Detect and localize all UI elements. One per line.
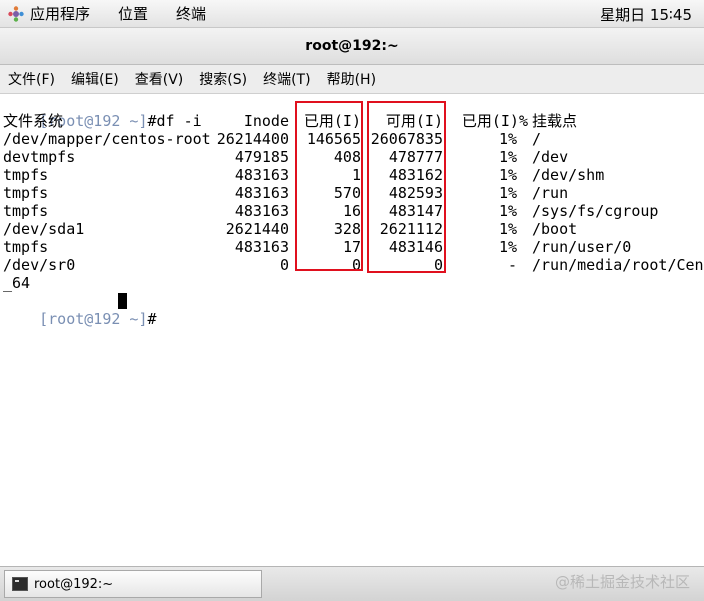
- menubar: 文件(F) 编辑(E) 查看(V) 搜索(S) 终端(T) 帮助(H): [0, 65, 704, 94]
- wrap-line: _64: [3, 274, 31, 292]
- cell-mount: /run/media/root/Cen: [532, 256, 704, 274]
- cell-use-percent: 1%: [498, 220, 517, 238]
- cell-filesystem: tmpfs: [3, 166, 49, 184]
- menu-file[interactable]: 文件(F): [8, 69, 55, 89]
- window-title: root@192:~: [305, 38, 399, 54]
- cell-mount: /dev: [532, 148, 569, 166]
- cell-filesystem: tmpfs: [3, 202, 49, 220]
- applications-icon[interactable]: [8, 5, 24, 22]
- terminal-app-menu[interactable]: 终端: [176, 3, 206, 24]
- cell-inode: 483163: [234, 238, 289, 256]
- cell-inode: 0: [279, 256, 289, 274]
- menu-help[interactable]: 帮助(H): [327, 69, 376, 89]
- terminal-icon: [12, 577, 28, 591]
- cell-mount: /boot: [532, 220, 578, 238]
- taskbar-terminal-button[interactable]: root@192:~: [4, 570, 262, 598]
- taskbar-terminal-label: root@192:~: [34, 576, 114, 592]
- header-mount: 挂载点: [532, 112, 578, 130]
- cell-mount: /: [532, 130, 542, 148]
- watermark: @稀土掘金技术社区: [554, 573, 690, 591]
- cell-filesystem: /dev/sda1: [3, 220, 85, 238]
- menu-view[interactable]: 查看(V): [135, 69, 184, 89]
- cell-use-percent: 1%: [498, 166, 517, 184]
- cell-use-percent: -: [507, 256, 517, 274]
- cell-filesystem: /dev/sr0: [3, 256, 76, 274]
- cell-inode: 479185: [234, 148, 289, 166]
- cell-filesystem: devtmpfs: [3, 148, 76, 166]
- cell-filesystem: /dev/mapper/centos-root: [3, 130, 211, 148]
- command-text: df -i: [156, 112, 202, 130]
- cell-mount: /run/user/0: [532, 238, 632, 256]
- header-use-percent: 已用(I)%: [461, 112, 528, 130]
- cell-inode: 483163: [234, 166, 289, 184]
- top-panel: 应用程序 位置 终端 星期日 15∶45: [0, 0, 704, 28]
- header-inode: Inode: [243, 112, 289, 130]
- clock[interactable]: 星期日 15∶45: [600, 4, 692, 25]
- terminal-output[interactable]: [root@192 ~]#df -i 文件系统 Inode 已用(I) 可用(I…: [0, 94, 704, 566]
- window-titlebar[interactable]: root@192:~: [0, 28, 704, 65]
- cell-inode: 483163: [234, 202, 289, 220]
- cell-use-percent: 1%: [498, 148, 517, 166]
- cell-inode: 2621440: [225, 220, 289, 238]
- cell-mount: /dev/shm: [532, 166, 605, 184]
- prompt-hash: #: [147, 112, 157, 130]
- prompt-hash: #: [147, 310, 157, 328]
- applications-menu[interactable]: 应用程序: [30, 3, 90, 24]
- menu-search[interactable]: 搜索(S): [199, 69, 247, 89]
- taskbar: root@192:~ @稀土掘金技术社区: [0, 566, 704, 601]
- cell-use-percent: 1%: [498, 202, 517, 220]
- cell-mount: /run: [532, 184, 569, 202]
- cell-inode: 483163: [234, 184, 289, 202]
- cell-use-percent: 1%: [498, 130, 517, 148]
- highlight-used-column: [295, 101, 363, 271]
- cell-filesystem: tmpfs: [3, 238, 49, 256]
- cell-mount: /sys/fs/cgroup: [532, 202, 659, 220]
- header-filesystem: 文件系统: [3, 112, 64, 130]
- menu-edit[interactable]: 编辑(E): [71, 69, 119, 89]
- highlight-available-column: [367, 101, 446, 273]
- cell-filesystem: tmpfs: [3, 184, 49, 202]
- text-cursor: [118, 293, 127, 309]
- prompt-line: [root@192 ~]#df -i: [3, 94, 202, 130]
- prompt: [root@192 ~]: [39, 310, 148, 328]
- menu-terminal[interactable]: 终端(T): [263, 69, 310, 89]
- places-menu[interactable]: 位置: [118, 3, 148, 24]
- prompt-line-2: [root@192 ~]#: [3, 292, 156, 328]
- cell-use-percent: 1%: [498, 238, 517, 256]
- cell-inode: 26214400: [216, 130, 289, 148]
- cell-use-percent: 1%: [498, 184, 517, 202]
